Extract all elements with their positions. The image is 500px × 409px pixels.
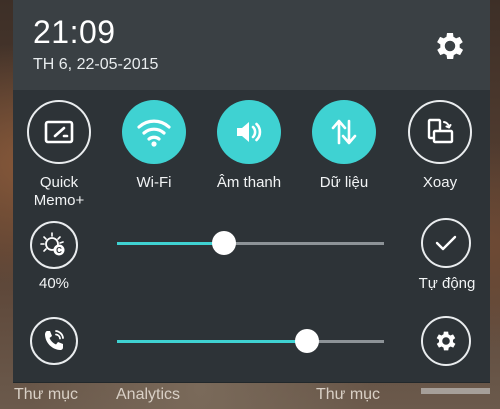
brightness-slider-thumb[interactable] (212, 231, 236, 255)
wifi-icon (137, 119, 171, 147)
clock-date: TH 6, 22-05-2015 (33, 56, 159, 73)
tile-data[interactable]: Dữ liệu (297, 100, 391, 192)
brightness-percent: 40% (38, 275, 70, 292)
tile-wifi-label-text: Wi-Fi (136, 174, 172, 191)
tile-wifi[interactable]: Wi-Fi (107, 100, 201, 192)
quick-settings-panel: Quick Memo+ Wi-Fi Âm thanh Dữ liệu Xoay … (13, 90, 490, 383)
tile-wifi-label: Wi-Fi (107, 174, 201, 192)
tile-rotate[interactable]: Xoay (393, 100, 487, 192)
auto-brightness-button[interactable] (421, 218, 471, 268)
ringtone-icon-button[interactable] (30, 317, 78, 365)
tile-data-circle (312, 100, 376, 164)
tile-quickmemo-label: Quick Memo+ (12, 174, 106, 210)
svg-text:C: C (56, 246, 62, 255)
tile-rotate-label: Xoay (393, 174, 487, 192)
tile-sound[interactable]: Âm thanh (202, 100, 296, 192)
background-widget-bar (421, 388, 490, 394)
phone-ring-icon (45, 330, 64, 350)
tile-quickmemo-circle (27, 100, 91, 164)
home-screen-labels: Thư mục Analytics Thư mục (0, 382, 500, 409)
brightness-slider[interactable] (117, 228, 384, 258)
data-arrows-icon (331, 119, 357, 145)
volume-slider[interactable] (117, 326, 384, 356)
notification-header: 21:09 TH 6, 22-05-2015 (13, 0, 490, 90)
tile-quickmemo-label-line1: Quick (39, 174, 79, 191)
tile-data-label-text: Dữ liệu (319, 174, 369, 191)
settings-button[interactable] (432, 28, 468, 64)
folder-label-left[interactable]: Thư mục (14, 386, 78, 404)
tile-sound-circle (217, 100, 281, 164)
brightness-slider-fill (117, 242, 224, 245)
volume-slider-fill (117, 340, 307, 343)
rotate-icon (427, 118, 454, 144)
sound-settings-button[interactable] (421, 316, 471, 366)
tile-sound-label-text: Âm thanh (216, 174, 282, 191)
gear-icon (437, 32, 464, 60)
tile-wifi-circle (122, 100, 186, 164)
brightness-icon: C (40, 232, 65, 256)
quickmemo-icon (44, 120, 74, 144)
brightness-icon-button[interactable]: C (30, 221, 78, 269)
tile-quickmemo-label-line2: Memo+ (33, 192, 85, 209)
tile-data-label: Dữ liệu (297, 174, 391, 192)
tile-quickmemo[interactable]: Quick Memo+ (12, 100, 106, 210)
clock-time: 21:09 (33, 14, 116, 50)
tile-rotate-circle (408, 100, 472, 164)
analytics-label[interactable]: Analytics (116, 386, 180, 404)
folder-label-right[interactable]: Thư mục (316, 386, 380, 404)
checkmark-icon (435, 235, 457, 251)
gear-icon (436, 331, 456, 351)
auto-brightness-label: Tự động (418, 275, 476, 292)
tile-rotate-label-text: Xoay (422, 174, 458, 191)
speaker-icon (237, 122, 262, 142)
tile-sound-label: Âm thanh (202, 174, 296, 192)
volume-slider-thumb[interactable] (295, 329, 319, 353)
